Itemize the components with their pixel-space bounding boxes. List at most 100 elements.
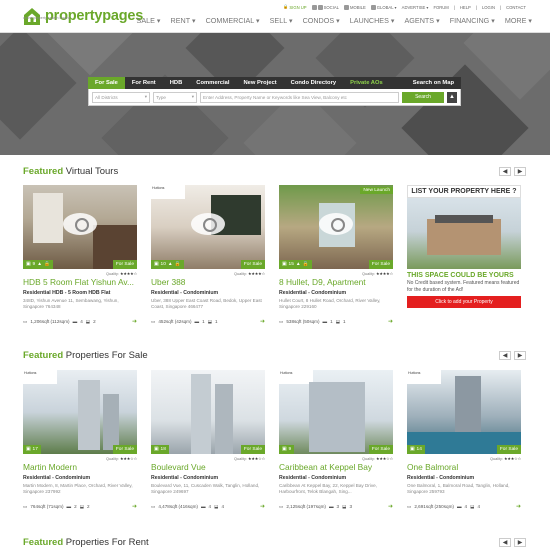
listing-title[interactable]: Uber 388	[151, 277, 265, 288]
photo-count-badge: ▣ 10 ▲ 🔒	[151, 260, 184, 269]
nav-condos[interactable]: CONDOS ▾	[303, 16, 340, 25]
page: propertypages online property search eng…	[0, 0, 550, 550]
virtual-tour-icon	[63, 213, 97, 235]
advertise-headline: THIS SPACE COULD BE YOURS	[407, 272, 514, 279]
quality-rating: Quality: ★★★★☆	[362, 272, 393, 276]
arrow-right-icon[interactable]: ➜	[260, 503, 265, 510]
listing-title[interactable]: Martin Modern	[23, 462, 137, 473]
tab-for-sale[interactable]: For Sale	[88, 77, 125, 89]
for-sale-badge: For Sale	[112, 260, 137, 269]
arrow-right-icon[interactable]: ➜	[260, 318, 265, 325]
main-nav: SALE ▾ RENT ▾ COMMERCIAL ▾ SELL ▾ CONDOS…	[137, 16, 532, 25]
mobile-link[interactable]: MOBILE	[343, 4, 366, 10]
listing-subtitle: Residential - Condominium	[151, 475, 219, 481]
listing-card[interactable]: Huttons ▣ 9 For Sale Quality: ★★★☆☆ Carib…	[279, 370, 393, 510]
global-link[interactable]: GLOBAL ▾	[370, 4, 397, 10]
listing-facts: ▭ 1,206sqft (112sqm) ▬ 4 ⬓ 2 ➜	[23, 318, 137, 326]
listing-title[interactable]: Boulevard Vue	[151, 462, 265, 473]
type-select[interactable]: Type ▾	[153, 91, 197, 103]
advertise-link[interactable]: ADVERTISE ▾	[402, 5, 429, 10]
bed-icon: ▬	[322, 319, 328, 324]
prev-arrow-icon[interactable]: ◀	[499, 351, 511, 360]
advertise-card[interactable]: LIST YOUR PROPERTY HERE ? THIS SPACE COU…	[407, 185, 521, 325]
listing-photo[interactable]: Huttons ▣ 10 ▲ 🔒 For Sale	[151, 185, 265, 269]
arrow-right-icon[interactable]: ➜	[388, 503, 393, 510]
listing-photo[interactable]: ▣ 18 For Sale	[151, 370, 265, 454]
tab-for-rent[interactable]: For Rent	[125, 77, 163, 89]
listing-photo[interactable]: Huttons ▣ 17 For Sale	[23, 370, 137, 454]
nav-commercial[interactable]: COMMERCIAL ▾	[206, 16, 260, 25]
nav-sell[interactable]: SELL ▾	[270, 16, 293, 25]
help-link[interactable]: HELP	[460, 5, 471, 10]
area-icon: ▭	[151, 503, 156, 509]
nav-agents[interactable]: AGENTS ▾	[405, 16, 440, 25]
listing-card[interactable]: ▣ 18 For Sale Quality: ★★★☆☆ Boulevard Vu…	[151, 370, 265, 510]
advertise-photo[interactable]: LIST YOUR PROPERTY HERE ?	[407, 185, 521, 269]
next-arrow-icon[interactable]: ▶	[514, 538, 526, 547]
social-link[interactable]: SOCIAL	[311, 4, 339, 10]
photo-count-badge: ▣ 15 ▲ 🔒	[279, 260, 312, 269]
nav-financing[interactable]: FINANCING ▾	[450, 16, 495, 25]
nav-more[interactable]: MORE ▾	[505, 16, 532, 25]
bed-icon: ▬	[328, 504, 334, 509]
listing-address: Martin Modern, 8, Martin Place, Orchard,…	[23, 483, 133, 494]
chevron-down-icon: ▾	[426, 4, 429, 10]
listing-photo[interactable]: Huttons ▣ 9 For Sale	[279, 370, 393, 454]
next-arrow-icon[interactable]: ▶	[514, 167, 526, 176]
forum-link[interactable]: FORUM	[433, 5, 448, 10]
arrow-right-icon[interactable]: ➜	[132, 503, 137, 510]
district-select[interactable]: All Districts ▾	[92, 91, 150, 103]
listing-facts: ▭ 452sqft (42sqm) ▬ 1 ⬓ 1 ➜	[151, 318, 265, 326]
search-tabs: For Sale For Rent HDB Commercial New Pro…	[88, 77, 461, 89]
for-sale-badge: For Sale	[112, 445, 137, 454]
listing-subtitle: Residential - Condominium	[279, 475, 347, 481]
signup-link[interactable]: 🔒 SIGN UP	[283, 4, 306, 10]
twitter-icon	[317, 4, 323, 10]
arrow-right-icon[interactable]: ➜	[388, 318, 393, 325]
listing-card[interactable]: New Launch ▣ 15 ▲ 🔒 For Sale Quality: ★★★★☆…	[279, 185, 393, 325]
listing-subtitle: Residential - Condominium	[151, 290, 219, 296]
arrow-right-icon[interactable]: ➜	[132, 318, 137, 325]
listing-title[interactable]: Caribbean at Keppel Bay	[279, 462, 393, 473]
login-link[interactable]: LOGIN	[482, 5, 495, 10]
listing-title[interactable]: HDB 5 Room Flat Yishun Av...	[23, 277, 137, 288]
search-button[interactable]: Search	[402, 91, 444, 103]
prev-arrow-icon[interactable]: ◀	[499, 538, 511, 547]
tab-private-aos[interactable]: Private AOs	[343, 77, 390, 89]
bed-icon: ▬	[194, 319, 200, 324]
arrow-right-icon[interactable]: ➜	[516, 503, 521, 510]
user-icon[interactable]: ▲	[447, 91, 457, 103]
tab-search-on-map[interactable]: Search on Map	[406, 77, 461, 89]
nav-launches[interactable]: LAUNCHES ▾	[350, 16, 395, 25]
nav-sale[interactable]: SALE ▾	[137, 16, 161, 25]
for-sale-badge: For Sale	[368, 260, 393, 269]
listing-card[interactable]: Huttons ▣ 10 ▲ 🔒 For Sale Quality: ★★★★☆ Ub…	[151, 185, 265, 325]
quality-rating: Quality: ★★★★☆	[234, 272, 265, 276]
add-property-button[interactable]: Click to add your Property	[407, 296, 521, 308]
listing-photo[interactable]: ▣ 9 ▲ 🔒 For Sale	[23, 185, 137, 269]
tab-hdb[interactable]: HDB	[163, 77, 190, 89]
tab-commercial[interactable]: Commercial	[189, 77, 236, 89]
listing-title[interactable]: One Balmoral	[407, 462, 521, 473]
prev-arrow-icon[interactable]: ◀	[499, 167, 511, 176]
listing-card[interactable]: ▣ 9 ▲ 🔒 For Sale Quality: ★★★★☆ HDB 5 Room …	[23, 185, 137, 325]
contact-link[interactable]: CONTACT	[506, 5, 526, 10]
listing-title[interactable]: 8 Hullet, D9, Apartment	[279, 277, 393, 288]
site-header: propertypages online property search eng…	[0, 0, 550, 33]
listing-photo[interactable]: New Launch ▣ 15 ▲ 🔒 For Sale	[279, 185, 393, 269]
tab-condo-directory[interactable]: Condo Directory	[284, 77, 343, 89]
listing-card[interactable]: Huttons ▣ 14 For Sale Quality: ★★★☆☆ One …	[407, 370, 521, 510]
featured-sale-title: Featured Properties For Sale	[23, 350, 148, 361]
nav-rent[interactable]: RENT ▾	[171, 16, 196, 25]
search-input[interactable]: Enter Address, Property Name or Keywords…	[200, 91, 399, 103]
hero-banner: For Sale For Rent HDB Commercial New Pro…	[0, 33, 550, 155]
virtual-tours-title: Featured Virtual Tours	[23, 166, 119, 177]
tab-new-project[interactable]: New Project	[236, 77, 283, 89]
virtual-tours-arrows: ◀ ▶	[499, 167, 526, 176]
bath-icon: ⬓	[207, 318, 213, 324]
listing-facts: ▭ 538sqft (50sqm) ▬ 1 ⬓ 1 ➜	[279, 318, 393, 326]
area-icon: ▭	[151, 318, 156, 324]
next-arrow-icon[interactable]: ▶	[514, 351, 526, 360]
listing-photo[interactable]: Huttons ▣ 14 For Sale	[407, 370, 521, 454]
listing-card[interactable]: Huttons ▣ 17 For Sale Quality: ★★★☆☆ Mart…	[23, 370, 137, 510]
